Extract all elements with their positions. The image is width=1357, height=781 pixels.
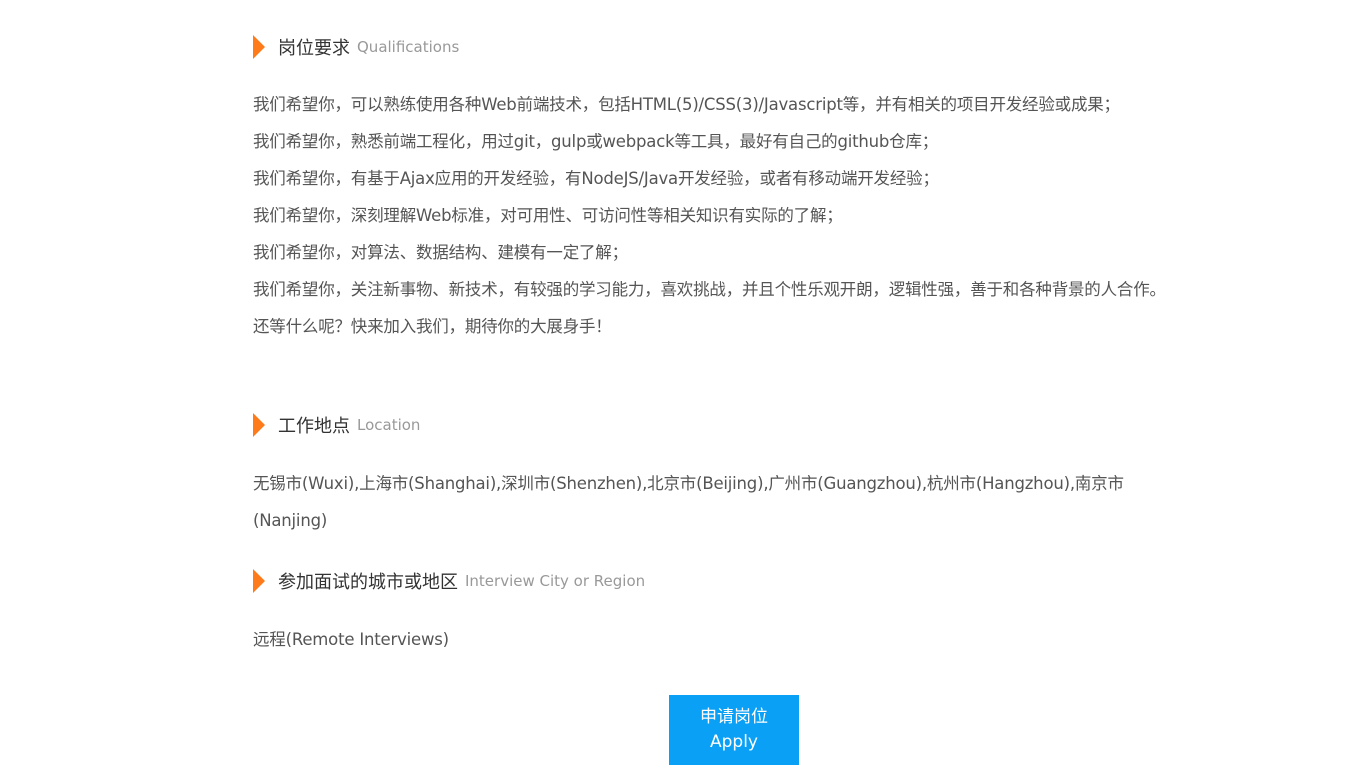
interview-location: 远程(Remote Interviews) — [253, 630, 449, 649]
location-title-cn: 工作地点 — [278, 416, 350, 437]
qualification-item: 还等什么呢？快来加入我们，期待你的大展身手！ — [253, 317, 612, 336]
qualification-item: 我们希望你，可以熟练使用各种Web前端技术，包括HTML(5)/CSS(3)/J… — [253, 95, 1120, 114]
interview-title-cn: 参加面试的城市或地区 — [278, 572, 458, 593]
location-text: 无锡市(Wuxi),上海市(Shanghai),深圳市(Shenzhen),北京… — [253, 465, 1188, 539]
qualification-item: 我们希望你，熟悉前端工程化，用过git，gulp或webpack等工具，最好有自… — [253, 132, 939, 151]
qualifications-list: 我们希望你，可以熟练使用各种Web前端技术，包括HTML(5)/CSS(3)/J… — [253, 86, 1188, 345]
qualification-item: 我们希望你，深刻理解Web标准，对可用性、可访问性等相关知识有实际的了解； — [253, 206, 843, 225]
apply-label-en: Apply — [710, 732, 758, 752]
location-title-en: Location — [357, 416, 421, 434]
qualifications-title-en: Qualifications — [357, 38, 460, 56]
interview-text: 远程(Remote Interviews) — [253, 621, 1188, 658]
apply-label-cn: 申请岗位 — [700, 707, 768, 727]
qualification-item: 我们希望你，有基于Ajax应用的开发经验，有NodeJS/Java开发经验，或者… — [253, 169, 939, 188]
apply-button[interactable]: 申请岗位 Apply — [669, 695, 799, 765]
interview-heading: 参加面试的城市或地区 Interview City or Region — [253, 567, 645, 595]
arrow-right-icon — [253, 413, 265, 437]
arrow-right-icon — [253, 35, 265, 59]
job-detail-page: 岗位要求 Qualifications 我们希望你，可以熟练使用各种Web前端技… — [0, 0, 1357, 781]
qualifications-heading: 岗位要求 Qualifications — [253, 33, 459, 61]
qualification-item: 我们希望你，对算法、数据结构、建模有一定了解； — [253, 243, 628, 262]
interview-title-en: Interview City or Region — [465, 572, 646, 590]
location-heading: 工作地点 Location — [253, 411, 420, 439]
arrow-right-icon — [253, 569, 265, 593]
qualification-item: 我们希望你，关注新事物、新技术，有较强的学习能力，喜欢挑战，并且个性乐观开朗，逻… — [253, 280, 1166, 299]
qualifications-title-cn: 岗位要求 — [278, 38, 350, 59]
location-list: 无锡市(Wuxi),上海市(Shanghai),深圳市(Shenzhen),北京… — [253, 474, 1124, 530]
